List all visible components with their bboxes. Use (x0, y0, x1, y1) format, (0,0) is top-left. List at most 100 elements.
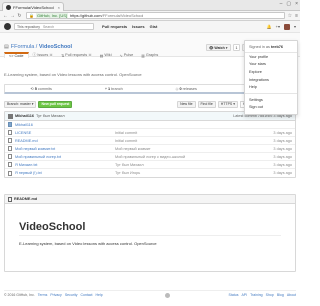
github-footer-logo-icon[interactable] (164, 293, 170, 298)
footer-link-api[interactable]: API (241, 293, 247, 298)
close-window-icon[interactable]: × (295, 1, 298, 7)
github-logo-icon[interactable] (4, 23, 11, 30)
file-commit-message[interactable]: Тут был Михаил (115, 163, 252, 167)
footer-link-blog[interactable]: Blog (277, 293, 284, 298)
url-field[interactable]: 🔒 GitHub, Inc. [US] https://github.com /… (26, 12, 285, 19)
address-bar: ← → ↻ 🔒 GitHub, Inc. [US] https://github… (0, 11, 300, 21)
stat-branches[interactable]: ⑂ 1 branch (78, 85, 151, 92)
file-age: 3 days ago (273, 154, 292, 159)
table-row: Я первый (!).txt Тут был Игорь 3 days ag… (5, 169, 295, 177)
table-row: LICENSE Initial commit 3 days ago (5, 129, 295, 137)
search-scope-label: This repository (17, 24, 40, 29)
watch-button[interactable]: 👁 Watch ▾ (206, 44, 231, 51)
footer-link-security[interactable]: Security (65, 293, 78, 298)
nav-gist[interactable]: Gist (150, 24, 158, 29)
menu-item-integrations[interactable]: Integrations (245, 76, 297, 84)
footer-link-help[interactable]: Help (96, 293, 103, 298)
tab-pulse[interactable]: ∿ Pulse (116, 52, 138, 58)
browser-menu-icon[interactable]: ≡ (295, 13, 298, 19)
chevron-down-icon[interactable]: ▾ (294, 24, 296, 29)
menu-item-help[interactable]: Help (245, 83, 297, 91)
nav-pull-requests[interactable]: Pull requests (102, 24, 127, 29)
file-name[interactable]: Я Михаил.txt (15, 163, 115, 167)
reload-icon[interactable]: ↻ (16, 12, 23, 19)
file-name[interactable]: Mikhail116 (15, 123, 115, 127)
footer-link-training[interactable]: Training (250, 293, 263, 298)
commit-message[interactable]: Тут был Михаил (36, 114, 65, 118)
file-commit-message[interactable]: Мой правильный логер с видео-школой (115, 155, 252, 159)
github-favicon-icon (6, 4, 11, 10)
file-commit-message[interactable]: Initial commit (115, 131, 252, 135)
avatar[interactable] (8, 113, 13, 119)
stat-commits[interactable]: ⟲ 5 commits (5, 85, 78, 92)
branch-select-button[interactable]: Branch: master ▾ (4, 100, 37, 108)
tab-code[interactable]: <> Code (4, 52, 29, 58)
menu-item-settings[interactable]: Settings (245, 96, 297, 104)
browser-tab[interactable]: FFormula/VideoSchool × (2, 2, 64, 11)
footer-link-contact[interactable]: Contact (80, 293, 92, 298)
issue-icon: ⓘ (32, 52, 37, 57)
file-name[interactable]: Я первый (!).txt (15, 171, 115, 175)
watch-count[interactable]: 1 (232, 44, 241, 51)
file-name[interactable]: Мой правильный логер.txt (15, 155, 115, 159)
find-file-button[interactable]: Find file (197, 100, 216, 108)
tab-pull-requests[interactable]: ⇅ Pull requests 0 (57, 52, 96, 58)
minimize-icon[interactable]: – (280, 1, 283, 7)
new-pull-request-button[interactable]: New pull request (38, 100, 73, 108)
create-new-icon[interactable]: +▾ (276, 24, 280, 29)
table-row: Мой первый коммит.txt Мой первый коммит … (5, 145, 295, 153)
file-commit-message[interactable]: Initial commit (115, 139, 252, 143)
repo-name-link[interactable]: VideoSchool (39, 44, 72, 50)
readme-body: E-Learning system, based on Video lesson… (19, 241, 157, 246)
footer-link-terms[interactable]: Terms (38, 293, 48, 298)
stat-releases[interactable]: ◇ 0 releases (150, 85, 223, 92)
tag-icon: ◇ (175, 87, 179, 91)
file-commit-message[interactable]: Тут был Игорь (115, 171, 252, 175)
avatar[interactable] (283, 23, 290, 30)
forward-icon[interactable]: → (9, 12, 16, 19)
readme-title: VideoSchool (19, 221, 86, 233)
close-tab-icon[interactable]: × (58, 5, 60, 10)
tab-issues[interactable]: ⓘ Issues 0 (29, 52, 57, 58)
footer-link-shop[interactable]: Shop (266, 293, 274, 298)
file-name[interactable]: Мой первый коммит.txt (15, 147, 115, 151)
branch-icon: ⑂ (104, 86, 108, 91)
file-age: 3 days ago (273, 162, 292, 167)
menu-divider (245, 92, 297, 94)
footer-link-status[interactable]: Status (229, 293, 239, 298)
repo-owner-link[interactable]: FFormula (11, 44, 35, 50)
browser-tab-title: FFormula/VideoSchool (13, 4, 54, 10)
repo-book-icon: ▤ (4, 44, 9, 50)
file-name[interactable]: README.md (15, 139, 115, 143)
signed-in-header: Signed in as teeb76 (245, 43, 297, 53)
menu-item-your-stars[interactable]: Your stars (245, 61, 297, 69)
bookmark-star-icon[interactable]: ☆ (288, 13, 292, 19)
menu-item-sign-out[interactable]: Sign out (245, 104, 297, 112)
user-dropdown-menu: Signed in as teeb76 Your profile Your st… (244, 40, 298, 115)
repo-tabs: <> Code ⓘ Issues 0 ⇅ Pull requests 0 ▤ Wiki ∿ P… (4, 52, 162, 58)
notifications-bell-icon[interactable]: 🔔 (267, 24, 272, 29)
site-footer: © 2016 GitHub, Inc. Terms Privacy Securi… (4, 290, 296, 298)
tab-graphs[interactable]: ▥ Graphs (137, 52, 162, 58)
commit-author[interactable]: Mikhail116 (15, 114, 34, 118)
table-row: Мой правильный логер.txt Мой правильный … (5, 153, 295, 161)
footer-link-about[interactable]: About (287, 293, 296, 298)
repo-title: ▤ FFormula / VideoSchool (4, 44, 73, 50)
readme-filename: README.md (14, 197, 38, 201)
clone-protocol-button[interactable]: HTTPS ▾ (217, 100, 238, 108)
footer-link-privacy[interactable]: Privacy (50, 293, 61, 298)
code-icon: <> (9, 54, 14, 58)
maximize-icon[interactable]: ▢ (286, 1, 291, 7)
table-row: Mikhail116 (5, 121, 295, 129)
menu-item-your-profile[interactable]: Your profile (245, 53, 297, 61)
back-icon[interactable]: ← (2, 12, 9, 19)
menu-item-explore[interactable]: Explore (245, 68, 297, 76)
tab-wiki[interactable]: ▤ Wiki (96, 52, 116, 58)
username: teeb76 (270, 45, 283, 49)
file-name[interactable]: LICENSE (15, 131, 115, 135)
search-input[interactable]: This repository Search (14, 23, 94, 30)
file-age: 3 days ago (273, 171, 292, 175)
nav-issues[interactable]: Issues (132, 24, 144, 29)
file-commit-message[interactable]: Мой первый коммит (115, 147, 252, 151)
new-file-button[interactable]: New file (177, 100, 196, 108)
